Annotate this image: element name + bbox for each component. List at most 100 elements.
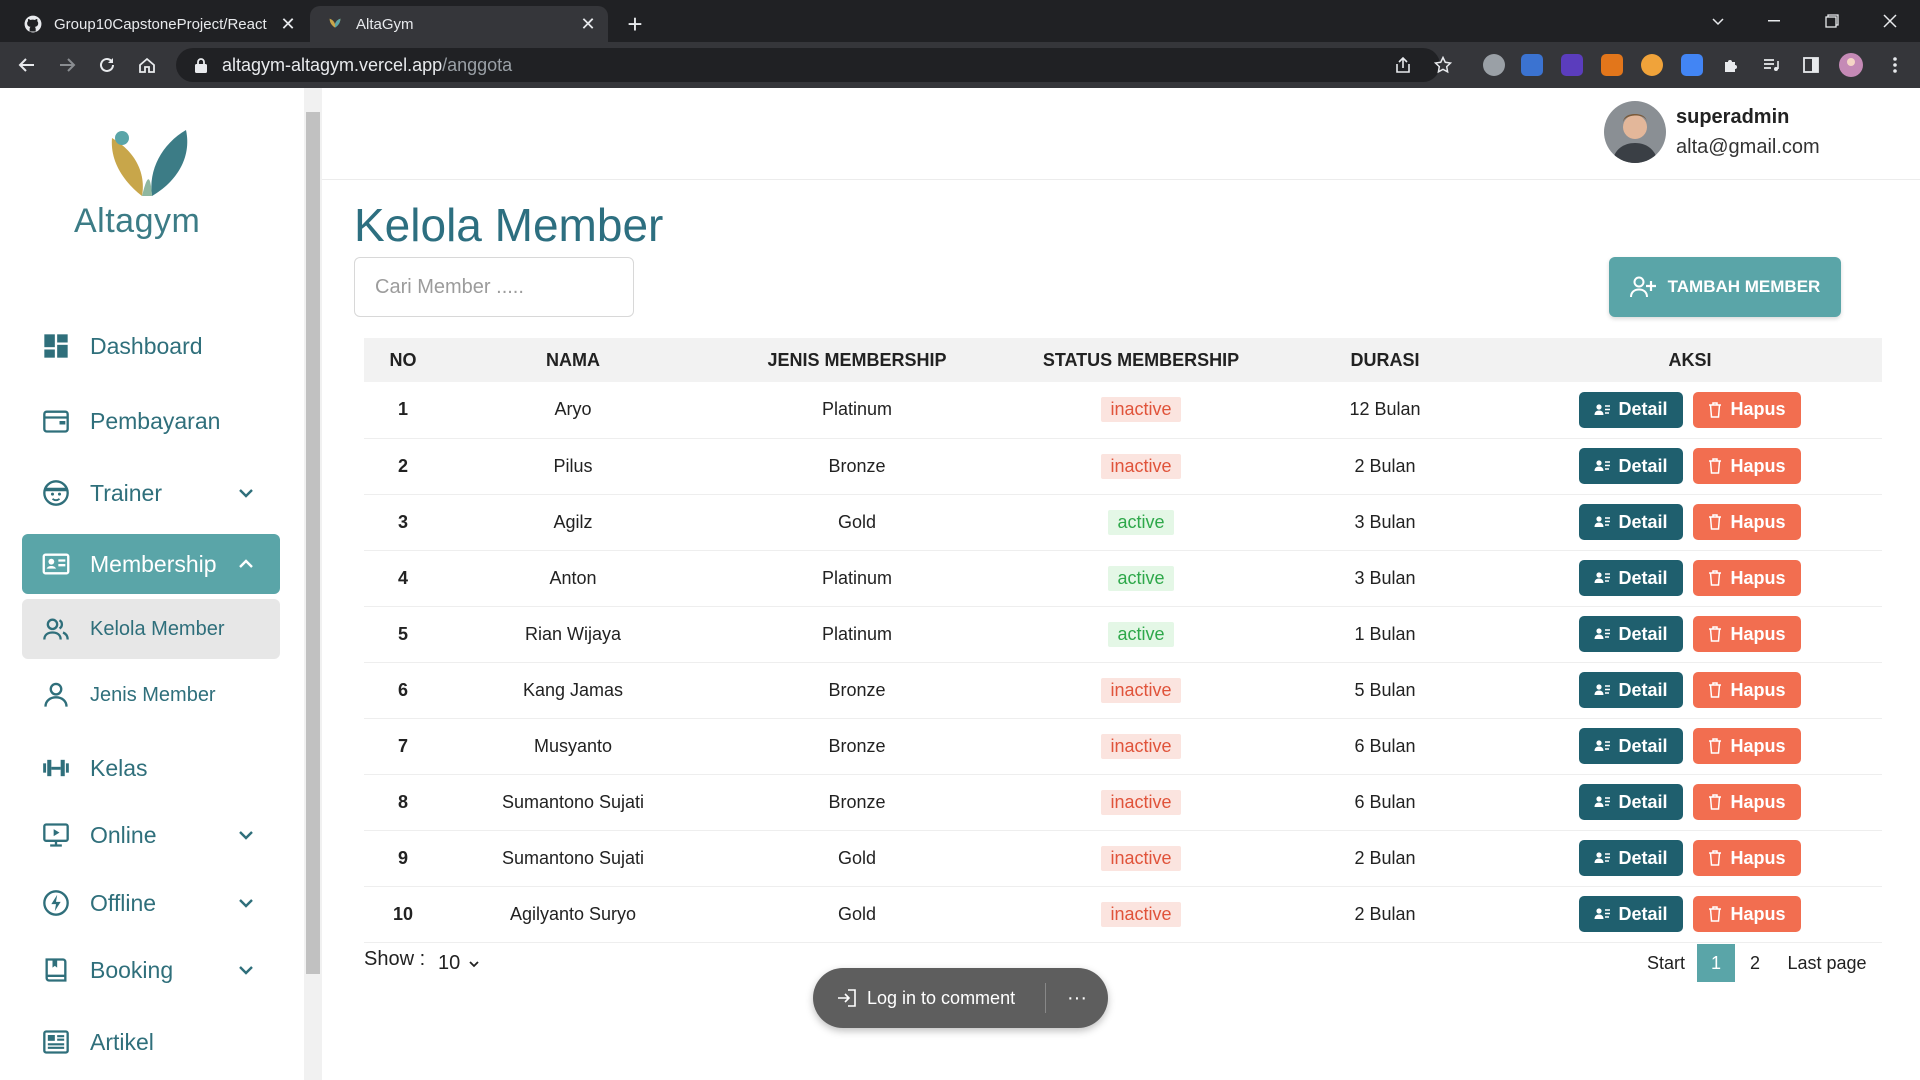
forward-icon[interactable] (52, 50, 82, 80)
pagination-last-page[interactable]: Last page (1780, 944, 1874, 982)
extension-purple-icon[interactable] (1561, 54, 1583, 76)
extension-docs-icon[interactable] (1681, 54, 1703, 76)
more-options-button[interactable]: ··· (1046, 987, 1108, 1010)
chevron-down-icon (239, 966, 253, 975)
sidebar-item-kelas[interactable]: Kelas (22, 739, 280, 797)
cell-nama: Rian Wijaya (442, 606, 704, 663)
extension-speed-icon[interactable] (1483, 54, 1505, 76)
table-row: 3 Agilz Gold active 3 Bulan Detail Hapus (364, 494, 1882, 551)
rows-per-page-select[interactable]: 10 (438, 952, 480, 975)
status-badge: inactive (1101, 677, 1181, 703)
table-row: 4 Anton Platinum active 3 Bulan Detail Hapus (364, 550, 1882, 607)
sidebar-item-online[interactable]: Online (22, 806, 280, 864)
hapus-label: Hapus (1730, 847, 1786, 868)
sidebar-item-label: Artikel (90, 1028, 154, 1055)
table-row: 10 Agilyanto Suryo Gold inactive 2 Bulan Deta… (364, 886, 1882, 943)
pagination-page-1[interactable]: 1 (1697, 944, 1735, 982)
detail-button[interactable]: Detail (1579, 560, 1683, 596)
sidebar-item-jenis-member[interactable]: Jenis Member (22, 665, 280, 725)
delete-button[interactable]: Hapus (1693, 448, 1801, 484)
log-in-to-comment-button[interactable]: Log in to comment (813, 988, 1045, 1009)
close-window-icon[interactable] (1862, 0, 1918, 42)
hapus-label: Hapus (1730, 679, 1786, 700)
chrome-menu-icon[interactable] (1880, 50, 1910, 80)
detail-label: Detail (1618, 791, 1668, 812)
detail-label: Detail (1618, 399, 1668, 420)
detail-button[interactable]: Detail (1579, 840, 1683, 876)
pagination-page-2[interactable]: 2 (1736, 944, 1774, 982)
column-header-durasi: DURASI (1272, 338, 1498, 382)
table-row: 2 Pilus Bronze inactive 2 Bulan Detail Hapus (364, 438, 1882, 495)
cell-jenis: Bronze (704, 438, 1010, 495)
column-header-status: STATUS MEMBERSHIP (1010, 338, 1272, 382)
hapus-label: Hapus (1730, 399, 1786, 420)
delete-button[interactable]: Hapus (1693, 896, 1801, 932)
pagination-start[interactable]: Start (1638, 944, 1694, 982)
user-card-icon (1594, 740, 1611, 751)
browser-tab-altagym[interactable]: AltaGym ✕ (310, 6, 608, 42)
sidebar-item-booking[interactable]: Booking (22, 941, 280, 999)
side-panel-icon[interactable] (1796, 50, 1826, 80)
detail-button[interactable]: Detail (1579, 504, 1683, 540)
add-user-icon (1629, 276, 1656, 298)
user-avatar[interactable] (1604, 101, 1666, 163)
extension-orange-icon[interactable] (1641, 54, 1663, 76)
detail-button[interactable]: Detail (1579, 784, 1683, 820)
sidebar-item-membership[interactable]: Membership (22, 534, 280, 594)
minimize-icon[interactable] (1746, 0, 1802, 42)
browser-tab-github[interactable]: Group10CapstoneProject/React ✕ (8, 6, 308, 42)
detail-button[interactable]: Detail (1579, 728, 1683, 764)
tab-search-icon[interactable] (1690, 0, 1746, 42)
sidebar-item-kelola-member[interactable]: Kelola Member (22, 599, 280, 659)
add-member-button[interactable]: TAMBAH MEMBER (1609, 257, 1841, 317)
close-tab-icon[interactable]: ✕ (274, 10, 302, 38)
user-card-icon (1594, 852, 1611, 863)
detail-button[interactable]: Detail (1579, 448, 1683, 484)
close-tab-icon[interactable]: ✕ (574, 10, 602, 38)
altagym-logo-icon (111, 130, 188, 196)
delete-button[interactable]: Hapus (1693, 560, 1801, 596)
cell-status: inactive (1010, 438, 1272, 495)
extension-translate-icon[interactable] (1521, 54, 1543, 76)
cell-aksi: Detail Hapus (1498, 718, 1882, 775)
address-bar[interactable]: altagym-altagym.vercel.app/anggota (176, 48, 1440, 82)
detail-button[interactable]: Detail (1579, 616, 1683, 652)
cell-jenis: Gold (704, 886, 1010, 943)
detail-button[interactable]: Detail (1579, 896, 1683, 932)
delete-button[interactable]: Hapus (1693, 672, 1801, 708)
search-member-input[interactable] (354, 257, 634, 317)
sidebar-item-trainer[interactable]: Trainer (22, 464, 280, 522)
extensions-puzzle-icon[interactable] (1716, 50, 1746, 80)
sidebar-item-pembayaran[interactable]: Pembayaran (22, 392, 280, 450)
detail-button[interactable]: Detail (1579, 391, 1683, 428)
detail-button[interactable]: Detail (1579, 672, 1683, 708)
extension-metamask-icon[interactable] (1601, 54, 1623, 76)
media-queue-icon[interactable] (1756, 50, 1786, 80)
sidebar-item-label: Trainer (90, 479, 162, 506)
profile-avatar-icon[interactable] (1836, 50, 1866, 80)
hapus-label: Hapus (1730, 903, 1786, 924)
delete-button[interactable]: Hapus (1693, 784, 1801, 820)
back-icon[interactable] (12, 50, 42, 80)
detail-label: Detail (1618, 847, 1668, 868)
detail-label: Detail (1618, 567, 1668, 588)
bookmark-star-icon[interactable] (1428, 50, 1458, 80)
chevron-up-icon (239, 559, 253, 568)
delete-button[interactable]: Hapus (1693, 840, 1801, 876)
reload-icon[interactable] (92, 50, 122, 80)
show-label: Show : (364, 948, 426, 970)
restore-icon[interactable] (1804, 0, 1860, 42)
home-icon[interactable] (132, 50, 162, 80)
share-icon[interactable] (1388, 50, 1418, 80)
delete-button[interactable]: Hapus (1693, 616, 1801, 652)
sidebar-item-artikel[interactable]: Artikel (22, 1013, 280, 1071)
delete-button[interactable]: Hapus (1693, 504, 1801, 540)
tab-title: Group10CapstoneProject/React (54, 15, 267, 33)
sidebar-item-dashboard[interactable]: Dashboard (22, 317, 280, 375)
sidebar-item-offline[interactable]: Offline (22, 874, 280, 932)
detail-label: Detail (1618, 735, 1668, 756)
sidebar-scroll-thumb[interactable] (306, 112, 320, 974)
delete-button[interactable]: Hapus (1693, 728, 1801, 764)
delete-button[interactable]: Hapus (1693, 391, 1801, 428)
new-tab-button[interactable]: + (620, 9, 650, 39)
